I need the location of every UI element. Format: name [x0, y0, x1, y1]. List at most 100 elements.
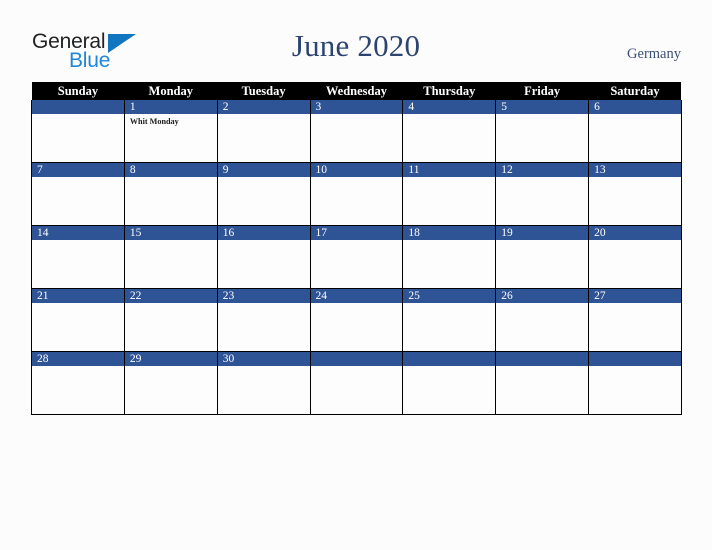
calendar-day-cell[interactable]: 21 — [31, 288, 125, 352]
country-label: Germany — [627, 46, 681, 62]
calendar-day-cell[interactable]: 13 — [588, 162, 682, 226]
day-event-list — [218, 366, 310, 369]
day-cell-inner: 6 — [589, 100, 681, 162]
calendar-day-cell[interactable]: 14 — [31, 225, 125, 289]
calendar-day-cell[interactable]: 7 — [31, 162, 125, 226]
calendar-day-cell[interactable]: 2 — [216, 100, 311, 163]
calendar-week-row: 21 22 23 24 25 26 27 — [31, 288, 682, 352]
day-event-list — [589, 114, 681, 117]
calendar-day-cell[interactable]: 27 — [588, 288, 682, 352]
day-number — [589, 352, 681, 366]
day-cell-inner: 5 — [496, 100, 589, 162]
day-event-list — [496, 366, 588, 369]
calendar-day-cell[interactable]: 16 — [216, 225, 311, 289]
day-cell-inner: 17 — [310, 226, 403, 288]
day-number: 27 — [589, 289, 681, 303]
day-cell-inner: 12 — [496, 163, 589, 225]
day-event-list — [32, 366, 124, 369]
day-number — [496, 352, 589, 366]
day-event-list — [496, 114, 588, 117]
calendar-day-cell[interactable]: 24 — [309, 288, 404, 352]
calendar-day-cell[interactable]: 10 — [309, 162, 404, 226]
day-cell-inner: 25 — [403, 289, 496, 351]
day-event-list — [218, 303, 310, 306]
day-number: 19 — [496, 226, 589, 240]
day-number: 17 — [310, 226, 403, 240]
day-event-list — [589, 177, 681, 180]
day-event-list: Whit Monday — [125, 114, 217, 127]
page-title: June 2020 — [291, 28, 421, 63]
day-cell-inner: 24 — [310, 289, 403, 351]
weekday-header-wednesday: Wednesday — [310, 82, 403, 100]
day-event-list — [403, 177, 495, 180]
day-event-list — [218, 114, 310, 117]
calendar-day-cell[interactable]: 5 — [495, 100, 590, 163]
day-event-list — [589, 366, 681, 369]
weekday-header-monday: Monday — [124, 82, 218, 100]
calendar-empty-cell — [495, 351, 590, 415]
day-event-list — [32, 303, 124, 306]
day-cell-inner: 28 — [32, 352, 124, 414]
day-cell-inner: 30 — [217, 352, 310, 414]
calendar-day-cell[interactable]: 12 — [495, 162, 590, 226]
calendar-day-cell[interactable]: 23 — [216, 288, 311, 352]
day-cell-inner: 10 — [310, 163, 403, 225]
calendar-day-cell[interactable]: 29 — [123, 351, 218, 415]
day-number: 25 — [403, 289, 496, 303]
day-number: 2 — [217, 100, 310, 114]
calendar-day-cell[interactable]: 25 — [402, 288, 497, 352]
day-event-list — [311, 240, 403, 243]
day-number: 9 — [217, 163, 310, 177]
holiday-label: Whit Monday — [129, 117, 179, 126]
day-number: 21 — [32, 289, 124, 303]
day-event-list — [403, 114, 495, 117]
day-cell-inner: 11 — [403, 163, 496, 225]
calendar-day-cell[interactable]: 19 — [495, 225, 590, 289]
calendar-day-cell[interactable]: 18 — [402, 225, 497, 289]
calendar-empty-cell — [588, 351, 682, 415]
day-event-list — [32, 177, 124, 180]
day-number: 28 — [32, 352, 124, 366]
day-event-list — [125, 240, 217, 243]
day-event-list — [125, 303, 217, 306]
calendar-day-cell[interactable]: 17 — [309, 225, 404, 289]
calendar-day-cell[interactable]: 15 — [123, 225, 218, 289]
day-event-list — [311, 366, 403, 369]
calendar-day-cell[interactable]: 3 — [309, 100, 404, 163]
day-event-list — [125, 177, 217, 180]
day-event-list — [311, 114, 403, 117]
calendar-day-cell[interactable]: 30 — [216, 351, 311, 415]
page-header: General Blue June 2020 Germany — [0, 0, 712, 82]
calendar-grid: Sunday Monday Tuesday Wednesday Thursday Frid… — [31, 82, 682, 415]
calendar-day-cell[interactable]: 26 — [495, 288, 590, 352]
day-number: 18 — [403, 226, 496, 240]
calendar-day-cell[interactable]: 9 — [216, 162, 311, 226]
weekday-header-saturday: Saturday — [588, 82, 682, 100]
calendar-day-cell[interactable]: 4 — [402, 100, 497, 163]
day-number: 13 — [589, 163, 681, 177]
day-number — [310, 352, 403, 366]
day-cell-inner — [403, 352, 496, 414]
day-number: 11 — [403, 163, 496, 177]
day-cell-inner: 22 — [124, 289, 217, 351]
day-number: 10 — [310, 163, 403, 177]
day-cell-inner: 14 — [32, 226, 124, 288]
calendar-day-cell[interactable]: 11 — [402, 162, 497, 226]
calendar-week-row: 14 15 16 17 18 19 20 — [31, 225, 682, 289]
day-cell-inner: 23 — [217, 289, 310, 351]
calendar-day-cell[interactable]: 22 — [123, 288, 218, 352]
day-number: 20 — [589, 226, 681, 240]
day-number: 16 — [217, 226, 310, 240]
day-event-list — [403, 240, 495, 243]
calendar-day-cell[interactable]: 28 — [31, 351, 125, 415]
day-number: 5 — [496, 100, 589, 114]
day-event-list — [32, 240, 124, 243]
calendar-day-cell[interactable]: 1 Whit Monday — [123, 100, 218, 163]
calendar-week-row: 7 8 9 10 11 12 13 — [31, 162, 682, 226]
calendar-day-cell[interactable]: 8 — [123, 162, 218, 226]
day-number: 29 — [124, 352, 217, 366]
calendar-day-cell[interactable]: 20 — [588, 225, 682, 289]
day-number: 12 — [496, 163, 589, 177]
calendar-day-cell[interactable]: 6 — [588, 100, 682, 163]
day-cell-inner: 4 — [403, 100, 496, 162]
